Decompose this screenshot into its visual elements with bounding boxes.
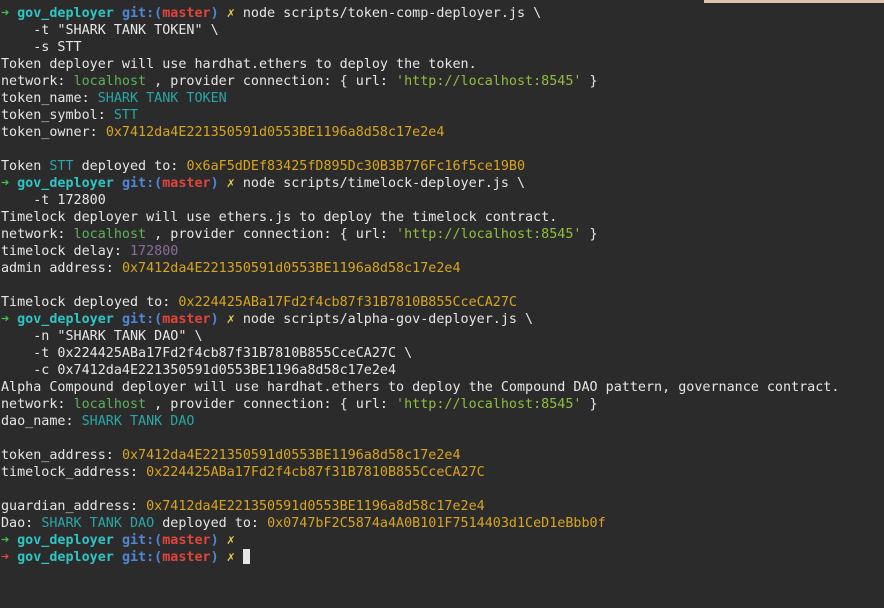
network-line: network: localhost , provider connection… bbox=[1, 74, 598, 89]
output-line: token_owner: 0x7412da4E221350591d0553BE1… bbox=[1, 125, 445, 140]
prompt-line: ➜ gov_deployer git:(master) ✗ node scrip… bbox=[1, 6, 542, 21]
prompt-arrow-icon: ➜ bbox=[1, 533, 10, 548]
prompt-directory: gov_deployer bbox=[17, 312, 114, 327]
command-continuation: -c 0x7412da4E221350591d0553BE1196a8d58c1… bbox=[1, 363, 397, 378]
command-text: node scripts/timelock-deployer.js \ bbox=[242, 176, 526, 191]
dirty-mark-icon: ✗ bbox=[226, 550, 235, 565]
output-line: Alpha Compound deployer will use hardhat… bbox=[1, 380, 840, 395]
command-text: node scripts/token-comp-deployer.js \ bbox=[242, 6, 542, 21]
prompt-branch: master bbox=[162, 550, 211, 565]
window-accent-bar bbox=[704, 0, 884, 3]
prompt-line: ➜ gov_deployer git:(master) ✗ bbox=[1, 533, 235, 548]
prompt-arrow-icon: ➜ bbox=[1, 312, 10, 327]
output-line: Token STT deployed to: 0x6aF5dDEf83425fD… bbox=[1, 159, 526, 174]
prompt-line: ➜ gov_deployer git:(master) ✗ node scrip… bbox=[1, 176, 526, 191]
prompt-directory: gov_deployer bbox=[17, 176, 114, 191]
prompt-directory: gov_deployer bbox=[17, 550, 114, 565]
prompt-branch: master bbox=[162, 6, 211, 21]
prompt-branch: master bbox=[162, 533, 211, 548]
output-line: timelock delay: 172800 bbox=[1, 244, 179, 259]
network-line: network: localhost , provider connection… bbox=[1, 227, 598, 242]
active-prompt-line[interactable]: ➜ gov_deployer git:(master) ✗ bbox=[1, 549, 884, 566]
output-line: token_address: 0x7412da4E221350591d0553B… bbox=[1, 448, 461, 463]
prompt-arrow-icon: ➜ bbox=[1, 6, 10, 21]
output-line: Token deployer will use hardhat.ethers t… bbox=[1, 57, 477, 72]
text-cursor[interactable] bbox=[242, 549, 250, 564]
output-line: token_symbol: STT bbox=[1, 108, 139, 123]
command-continuation: -n "SHARK TANK DAO" \ bbox=[1, 329, 203, 344]
prompt-directory: gov_deployer bbox=[17, 6, 114, 21]
terminal-window[interactable]: ➜ gov_deployer git:(master) ✗ node scrip… bbox=[0, 0, 884, 608]
command-text: node scripts/alpha-gov-deployer.js \ bbox=[242, 312, 534, 327]
output-line: Timelock deployer will use ethers.js to … bbox=[1, 210, 558, 225]
output-line: Dao: SHARK TANK DAO deployed to: 0x0747b… bbox=[1, 516, 606, 531]
network-line: network: localhost , provider connection… bbox=[1, 397, 598, 412]
output-line: guardian_address: 0x7412da4E221350591d05… bbox=[1, 499, 485, 514]
output-line: dao_name: SHARK TANK DAO bbox=[1, 414, 195, 429]
command-continuation: -t "SHARK TANK TOKEN" \ bbox=[1, 23, 219, 38]
dirty-mark-icon: ✗ bbox=[226, 6, 235, 21]
output-line: timelock_address: 0x224425ABa17Fd2f4cb87… bbox=[1, 465, 485, 480]
output-line: Timelock deployed to: 0x224425ABa17Fd2f4… bbox=[1, 295, 517, 310]
prompt-branch: master bbox=[162, 312, 211, 327]
output-line: admin address: 0x7412da4E221350591d0553B… bbox=[1, 261, 461, 276]
prompt-line: ➜ gov_deployer git:(master) ✗ node scrip… bbox=[1, 312, 534, 327]
command-continuation: -t 0x224425ABa17Fd2f4cb87f31B7810B855Cce… bbox=[1, 346, 413, 361]
command-continuation: -s STT bbox=[1, 40, 82, 55]
output-line: token_name: SHARK TANK TOKEN bbox=[1, 91, 227, 106]
dirty-mark-icon: ✗ bbox=[226, 312, 235, 327]
prompt-arrow-icon: ➜ bbox=[1, 550, 10, 565]
prompt-arrow-icon: ➜ bbox=[1, 176, 10, 191]
dirty-mark-icon: ✗ bbox=[226, 176, 235, 191]
dirty-mark-icon: ✗ bbox=[226, 533, 235, 548]
prompt-branch: master bbox=[162, 176, 211, 191]
command-continuation: -t 172800 bbox=[1, 193, 106, 208]
prompt-directory: gov_deployer bbox=[17, 533, 114, 548]
